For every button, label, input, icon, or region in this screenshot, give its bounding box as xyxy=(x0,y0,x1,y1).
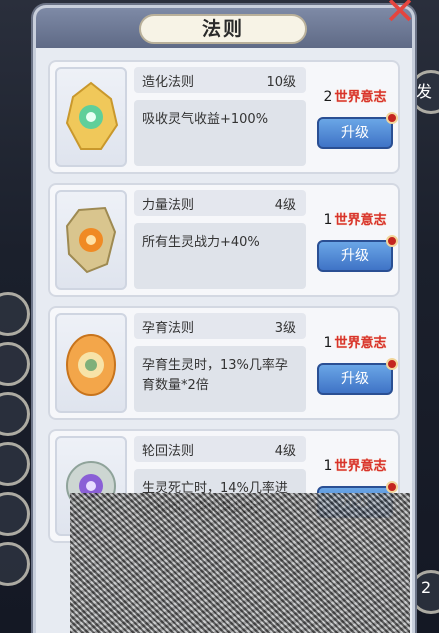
law-name: 造化法则 xyxy=(142,75,195,90)
upgrade-cost: 2 世界意志 xyxy=(312,86,398,105)
cost-currency: 世界意志 xyxy=(334,213,387,228)
close-x-icon[interactable]: ✕ xyxy=(382,0,418,30)
law-desc: 孕育生灵时，13%几率孕育数量*2倍 xyxy=(142,358,288,393)
law-card-nurture: 孕育法则 3级 孕育生灵时，13%几率孕育数量*2倍 1 世界意志 升级 xyxy=(48,306,400,420)
upgrade-button[interactable]: 升级 xyxy=(317,117,393,149)
upgrade-cost: 1 世界意志 xyxy=(312,332,398,351)
law-level: 4级 xyxy=(274,444,296,459)
panel-title: 法则 xyxy=(139,14,307,44)
law-desc-box: 孕育生灵时，13%几率孕育数量*2倍 xyxy=(134,346,306,412)
law-desc: 所有生灵战力+40% xyxy=(142,235,260,250)
upgrade-cost: 1 世界意志 xyxy=(312,209,398,228)
upgrade-button[interactable]: 升级 xyxy=(317,363,393,395)
law-level: 3级 xyxy=(274,321,296,336)
law-level: 4级 xyxy=(274,198,296,213)
cost-amount: 2 xyxy=(323,89,333,105)
upgrade-button[interactable]: 升级 xyxy=(317,240,393,272)
nurture-law-icon xyxy=(55,313,127,413)
red-dot-icon xyxy=(386,481,398,493)
right-menu-label: 发 xyxy=(416,82,433,101)
noise-overlay xyxy=(70,493,410,633)
law-name: 轮回法则 xyxy=(142,444,195,459)
red-dot-icon xyxy=(386,358,398,370)
law-desc-box: 所有生灵战力+40% xyxy=(134,223,306,289)
power-law-icon xyxy=(55,190,127,290)
law-card-power: 力量法则 4级 所有生灵战力+40% 1 世界意志 升级 xyxy=(48,183,400,297)
creation-law-icon xyxy=(55,67,127,167)
cost-amount: 1 xyxy=(323,458,333,474)
law-name: 孕育法则 xyxy=(142,321,195,336)
law-level: 10级 xyxy=(266,75,296,90)
law-desc-box: 吸收灵气收益+100% xyxy=(134,100,306,166)
red-dot-icon xyxy=(386,235,398,247)
cost-amount: 1 xyxy=(323,212,333,228)
cost-amount: 1 xyxy=(323,335,333,351)
cost-currency: 世界意志 xyxy=(334,336,387,351)
law-card-creation: 造化法则 10级 吸收灵气收益+100% 2 世界意志 升级 xyxy=(48,60,400,174)
law-name-bar: 力量法则 4级 xyxy=(134,190,306,216)
right-menu-label: 2 xyxy=(421,578,432,597)
law-name-bar: 造化法则 10级 xyxy=(134,67,306,93)
red-dot-icon xyxy=(386,112,398,124)
law-name-bar: 轮回法则 4级 xyxy=(134,436,306,462)
law-name: 力量法则 xyxy=(142,198,195,213)
law-desc: 吸收灵气收益+100% xyxy=(142,112,269,127)
upgrade-cost: 1 世界意志 xyxy=(312,455,398,474)
cost-currency: 世界意志 xyxy=(334,459,387,474)
law-name-bar: 孕育法则 3级 xyxy=(134,313,306,339)
cost-currency: 世界意志 xyxy=(334,90,387,105)
